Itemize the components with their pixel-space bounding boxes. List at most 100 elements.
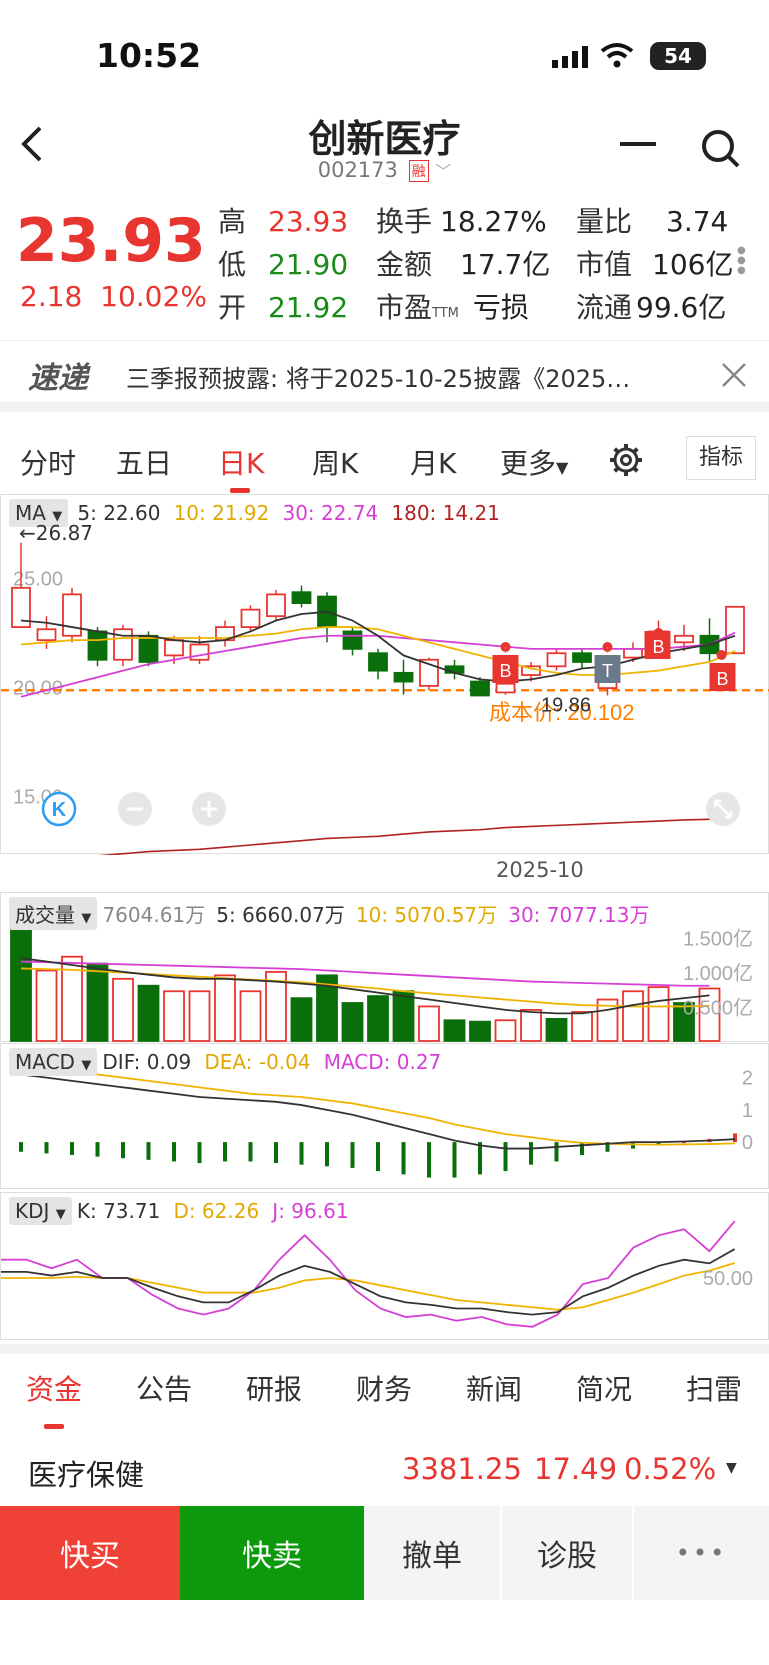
macd-bar <box>146 1142 151 1160</box>
pe-label: 市盈 <box>376 291 433 324</box>
turnover-value: 18.27% <box>440 205 547 238</box>
kline-panel[interactable]: 25.00 20.00 15.00 成本价: 20.102 19.86 B T B B MA ▼… <box>0 494 769 855</box>
tab-risk-scan[interactable]: 扫雷 <box>686 1368 742 1408</box>
tab-more-label: 更多 <box>500 447 557 480</box>
macd-panel[interactable]: 2 1 0 MACD ▼ DIF: 0.09 DEA: -0.04 MACD: 0.… <box>0 1043 769 1189</box>
more-actions-button[interactable]: ••• <box>634 1506 769 1600</box>
kdj-selector[interactable]: KDJ ▼ <box>9 1197 72 1225</box>
volume-bar <box>214 974 236 1042</box>
sector-change: 17.49 <box>534 1452 618 1486</box>
stock-name: 创新医疗 <box>308 117 461 161</box>
search-button[interactable] <box>700 128 742 174</box>
macd-bar <box>401 1142 406 1175</box>
fullscreen-button[interactable] <box>705 791 741 831</box>
indicator-button[interactable]: 指标 <box>686 436 756 480</box>
k-logo-icon: K <box>41 791 77 827</box>
pe-sub-label: TTM <box>432 306 459 321</box>
wifi-icon <box>600 42 634 72</box>
caret-down-icon: ▼ <box>55 1207 66 1222</box>
volume-bar <box>418 1005 440 1042</box>
tab-financials[interactable]: 财务 <box>356 1368 412 1408</box>
volume-bar <box>35 969 58 1042</box>
amount-label: 金额 <box>376 248 433 281</box>
diagnose-button[interactable]: 诊股 <box>502 1506 634 1600</box>
volume-y-tick: 1.500亿 <box>683 927 753 950</box>
macd-bar <box>452 1142 457 1178</box>
quick-buy-button[interactable]: 快买 <box>0 1506 180 1600</box>
volume-ma30: 30: 7077.13万 <box>508 903 650 927</box>
macd-selector[interactable]: MACD ▼ <box>9 1048 98 1076</box>
volume-bar <box>290 997 313 1042</box>
change-percent: 10.02% <box>100 280 207 313</box>
macd-bar <box>19 1142 23 1152</box>
market-cap-value: 106亿 <box>652 248 734 281</box>
sector-row[interactable]: 医疗保健 3381.25 17.49 0.52% ▼ <box>0 1440 769 1506</box>
chart-settings-button[interactable] <box>608 442 644 482</box>
tab-five-day[interactable]: 五日 <box>116 442 172 482</box>
volume-bar <box>163 990 185 1042</box>
macd-y-tick: 2 <box>742 1068 753 1090</box>
tab-monthly-k[interactable]: 月K <box>410 442 456 482</box>
caret-down-icon: ▼ <box>726 1460 737 1476</box>
macd-dif: DIF: 0.09 <box>102 1050 192 1074</box>
macd-bar <box>376 1142 380 1172</box>
macd-y-tick: 1 <box>742 1100 753 1122</box>
chart-period-tabs: 分时 五日 日K 周K 月K 更多▼ 指标 <box>0 430 769 493</box>
tab-research[interactable]: 研报 <box>246 1368 302 1408</box>
dea-line <box>20 1063 736 1146</box>
macd-legend: MACD ▼ DIF: 0.09 DEA: -0.04 MACD: 0.27 <box>9 1048 441 1076</box>
tab-weekly-k[interactable]: 周K <box>312 442 358 482</box>
kdj-k: K: 73.71 <box>76 1199 161 1223</box>
svg-text:K: K <box>52 799 67 821</box>
volume-bar <box>188 990 211 1042</box>
tab-more[interactable]: 更多▼ <box>500 442 568 482</box>
k-mode-button[interactable]: K <box>41 791 77 831</box>
macd-bar <box>325 1142 329 1167</box>
caret-down-icon: ▼ <box>81 1058 92 1073</box>
volume-selector[interactable]: 成交量 ▼ <box>9 897 98 930</box>
minus-button[interactable] <box>620 142 656 146</box>
cancel-order-button[interactable]: 撤单 <box>364 1506 502 1600</box>
macd-bar <box>70 1142 74 1155</box>
zoom-in-button[interactable] <box>191 791 227 831</box>
candle-body <box>495 682 516 694</box>
volume-ma10: 10: 5070.57万 <box>355 903 498 927</box>
volume-bar <box>341 1002 364 1042</box>
zoom-out-button[interactable] <box>117 791 153 831</box>
kdj-j: J: 96.61 <box>272 1199 349 1223</box>
tab-profile[interactable]: 简况 <box>576 1368 632 1408</box>
candle-body <box>87 630 108 661</box>
candle-body <box>725 605 745 655</box>
volume-bar <box>86 962 109 1042</box>
kdj-panel[interactable]: 50.00 KDJ ▼ K: 73.71 D: 62.26 J: 96.61 <box>0 1192 769 1340</box>
candle-body <box>546 652 567 668</box>
close-button[interactable] <box>720 361 748 393</box>
tab-news[interactable]: 新闻 <box>466 1368 522 1408</box>
tab-intraday[interactable]: 分时 <box>20 442 76 482</box>
candle-body <box>138 634 159 663</box>
buy-marker-dot <box>716 650 727 660</box>
tab-announcements[interactable]: 公告 <box>136 1368 192 1408</box>
change-value: 2.18 <box>20 280 83 313</box>
battery-icon: 54 <box>650 42 706 70</box>
volume-bar <box>494 1019 517 1042</box>
macd-bar <box>503 1142 508 1172</box>
news-banner[interactable]: 速递 三季报预披露: 将于2025-10-25披露《2025… <box>0 340 769 412</box>
kdj-legend: KDJ ▼ K: 73.71 D: 62.26 J: 96.61 <box>9 1197 349 1225</box>
tab-daily-k[interactable]: 日K <box>218 442 264 482</box>
candle-body <box>62 593 82 637</box>
tab-fund-flow[interactable]: 资金 <box>26 1368 82 1408</box>
candle-body <box>470 680 490 697</box>
search-icon <box>702 130 740 168</box>
express-logo: 速递 <box>28 361 88 396</box>
quote-grid: 高 23.93 低 21.90 开 21.92 换手 18.27% 金额 17.7亿 市盈… <box>218 200 758 330</box>
macd-macd: MACD: 0.27 <box>323 1050 442 1074</box>
candle-body <box>36 628 57 642</box>
volume-y-tick: 1.000亿 <box>683 962 753 985</box>
macd-bar <box>172 1142 176 1162</box>
quick-sell-button[interactable]: 快卖 <box>180 1506 364 1600</box>
stock-code-row[interactable]: 002173 融 ﹀ <box>0 158 769 182</box>
macd-bar <box>554 1142 559 1162</box>
more-dots-icon[interactable]: ● ● ● <box>737 246 746 276</box>
volume-panel[interactable]: 1.500亿 1.000亿 0.500亿 成交量 ▼ 7604.61万 5: 666… <box>0 892 769 1042</box>
